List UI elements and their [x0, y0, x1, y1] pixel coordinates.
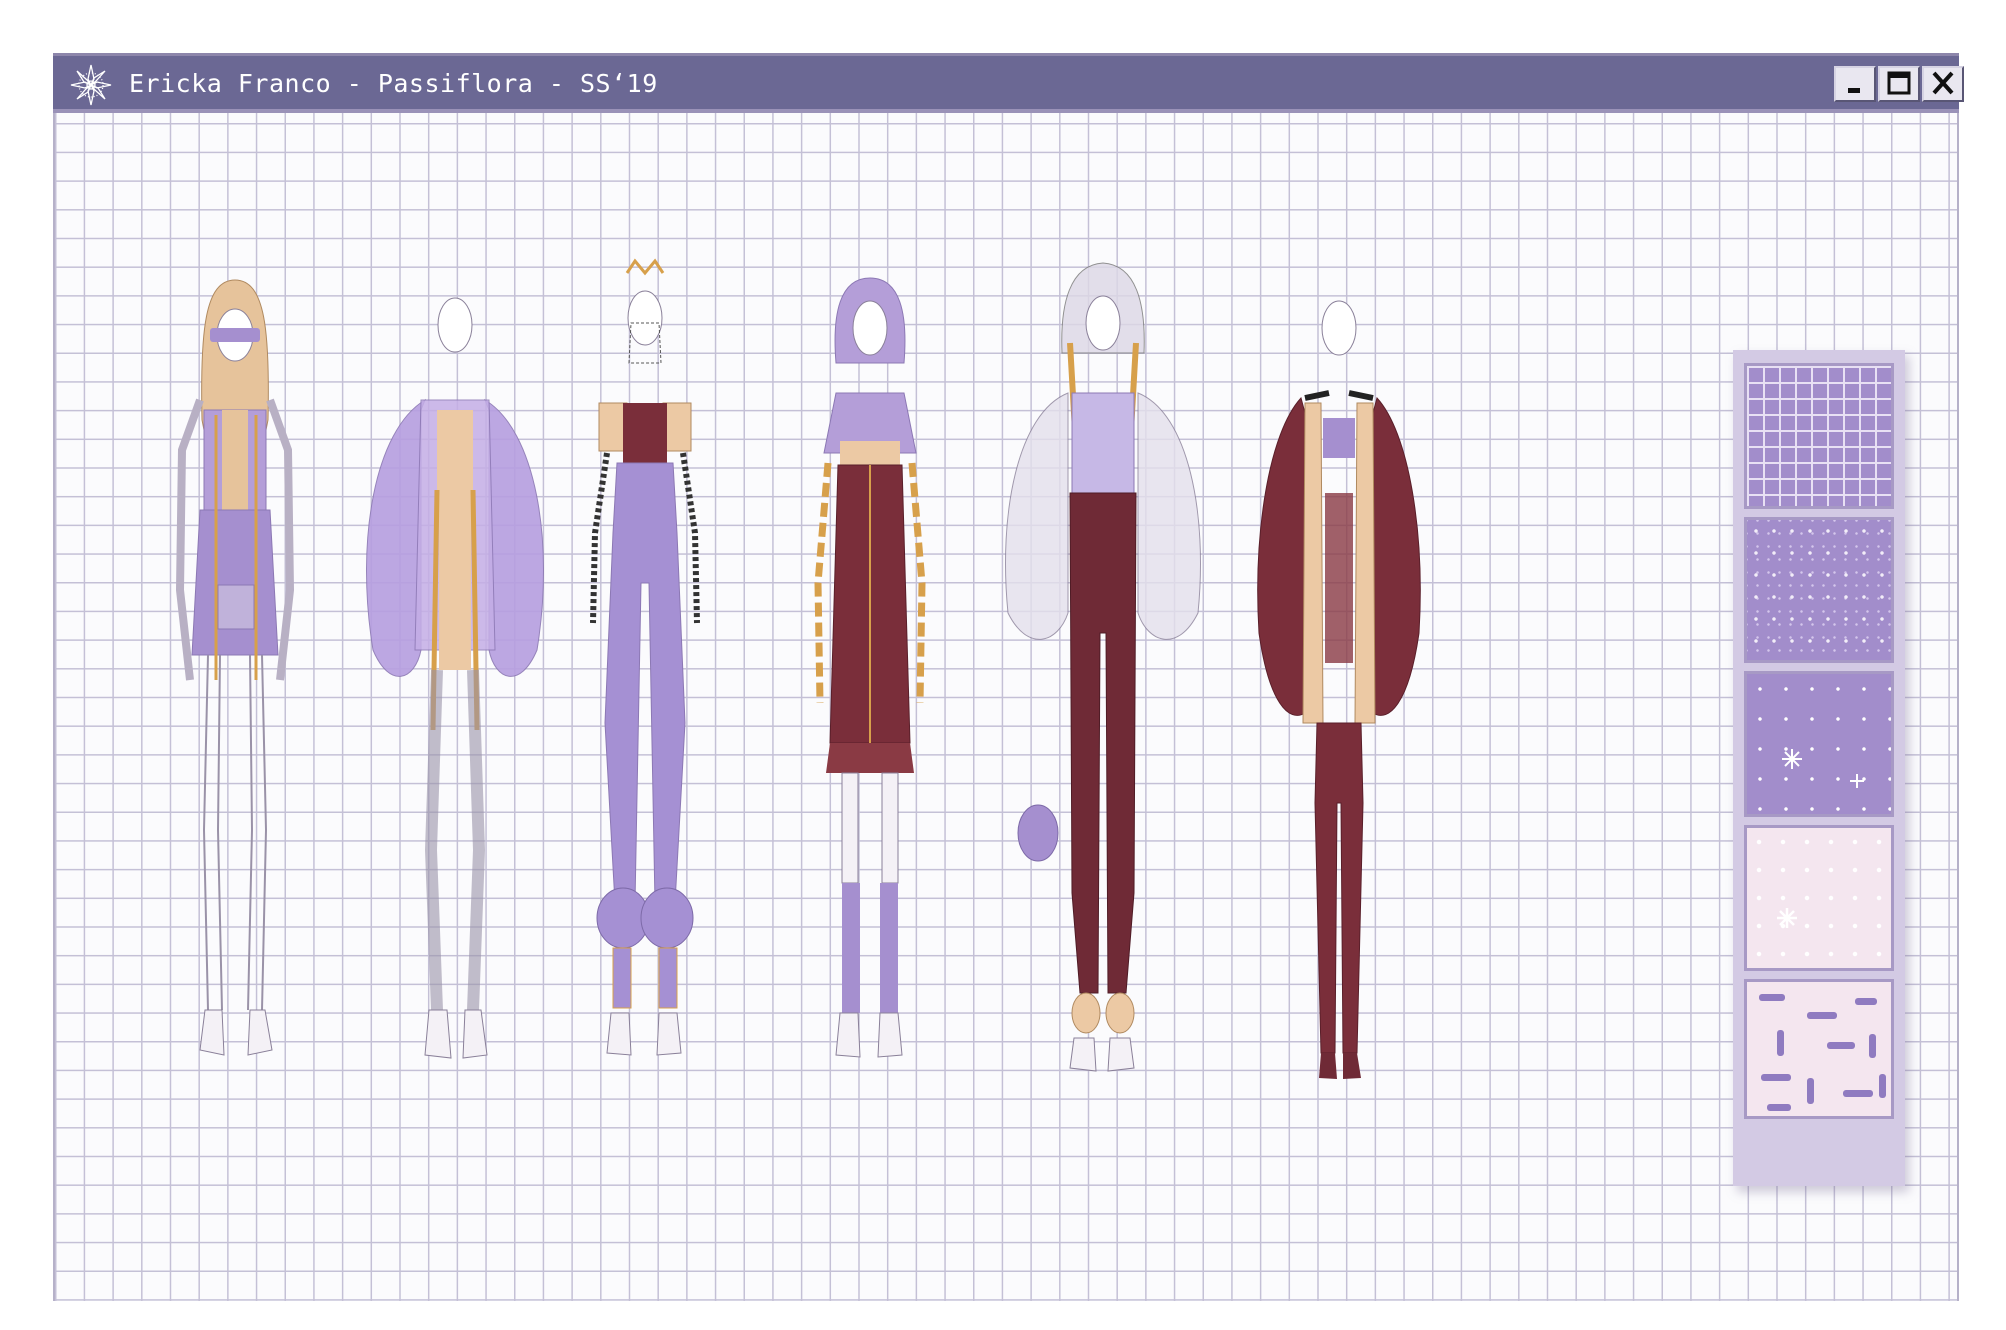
minimize-button[interactable]	[1834, 66, 1876, 102]
passionflower-icon	[70, 64, 112, 106]
sketch-canvas	[55, 113, 1957, 1301]
look-3-lavender-jumpsuit	[590, 258, 700, 1056]
close-icon	[1932, 71, 1954, 95]
look-1-hooded-mini-dress	[175, 279, 295, 1056]
look-6-burgundy-strap-coat	[1257, 300, 1421, 1079]
minimize-icon	[1848, 88, 1860, 93]
app-window: Ericka Franco - Passiflora - SS‘19	[53, 53, 1964, 1301]
title-bar[interactable]: Ericka Franco - Passiflora - SS‘19	[53, 53, 1964, 113]
confetti-swatch[interactable]	[1744, 517, 1894, 663]
close-button[interactable]	[1922, 66, 1964, 102]
passionflower-icon	[1782, 749, 1864, 788]
maximize-icon	[1887, 71, 1911, 95]
window-title: Ericka Franco - Passiflora - SS‘19	[129, 69, 658, 98]
star-lavender-swatch[interactable]	[1744, 671, 1894, 817]
fabric-swatch-panel	[1733, 350, 1905, 1186]
maximize-button[interactable]	[1878, 66, 1920, 102]
look-2-balloon-sleeve-coat	[366, 297, 544, 1059]
passionflower-icon	[1777, 908, 1797, 928]
star-blush-swatch[interactable]	[1744, 825, 1894, 971]
look-4-hooded-burgundy-dress	[814, 277, 926, 1058]
dash-pattern-icon	[1759, 994, 1886, 1111]
look-5-sheer-hood-burgundy-trousers	[1005, 262, 1201, 1072]
dash-print-swatch[interactable]	[1744, 979, 1894, 1119]
lattice-swatch[interactable]	[1744, 363, 1894, 509]
